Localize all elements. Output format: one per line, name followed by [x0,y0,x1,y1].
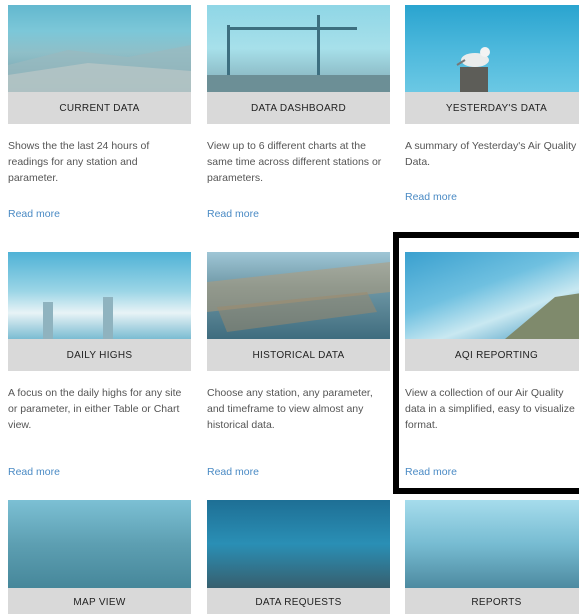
read-more-link[interactable]: Read more [405,191,457,203]
card-title[interactable]: YESTERDAY'S DATA [405,92,579,124]
port-cranes-image[interactable] [207,5,390,92]
card-title[interactable]: CURRENT DATA [8,92,191,124]
read-more-link[interactable]: Read more [207,466,259,478]
read-more-link[interactable]: Read more [8,466,60,478]
card-description: View a collection of our Air Quality dat… [405,387,575,431]
read-more-link[interactable]: Read more [405,466,457,478]
card-daily-highs: DAILY HIGHS A focus on the daily highs f… [8,252,191,478]
harbor-aerial-image[interactable] [207,252,390,339]
card-description: A summary of Yesterday's Air Quality Dat… [405,140,577,168]
card-title[interactable]: REPORTS [405,588,579,614]
seagull-image[interactable] [405,5,579,92]
cloudy-towers-image[interactable] [8,252,191,339]
map-aerial-image[interactable] [8,500,191,588]
seagull-illustration [456,47,490,92]
card-aqi-reporting: AQI REPORTING View a collection of our A… [405,252,579,478]
card-data-requests: DATA REQUESTS [207,500,390,614]
read-more-link[interactable]: Read more [8,208,60,220]
card-data-dashboard: DATA DASHBOARD View up to 6 different ch… [207,5,390,220]
building-illustration [505,293,579,339]
towers-illustration [43,297,113,339]
card-title[interactable]: HISTORICAL DATA [207,339,390,371]
city-illustration [8,45,191,92]
card-description: Choose any station, any parameter, and t… [207,387,373,431]
card-title[interactable]: AQI REPORTING [405,339,579,371]
card-map-view: MAP VIEW [8,500,191,614]
card-description: View up to 6 different charts at the sam… [207,140,382,184]
read-more-link[interactable]: Read more [207,208,259,220]
card-reports: REPORTS [405,500,579,614]
aqi-sky-image[interactable] [405,252,579,339]
night-bridge-image[interactable] [207,500,390,588]
crane-illustration [207,15,390,92]
card-yesterdays-data: YESTERDAY'S DATA A summary of Yesterday'… [405,5,579,203]
card-title[interactable]: DAILY HIGHS [8,339,191,371]
card-description: A focus on the daily highs for any site … [8,387,182,431]
card-current-data: CURRENT DATA Shows the the last 24 hours… [8,5,191,220]
card-historical-data: HISTORICAL DATA Choose any station, any … [207,252,390,478]
card-title[interactable]: DATA DASHBOARD [207,92,390,124]
card-title[interactable]: DATA REQUESTS [207,588,390,614]
city-aerial-image[interactable] [8,5,191,92]
card-description: Shows the the last 24 hours of readings … [8,140,150,184]
ship-bridge-image[interactable] [405,500,579,588]
harbor-illustration [207,262,390,332]
card-title[interactable]: MAP VIEW [8,588,191,614]
